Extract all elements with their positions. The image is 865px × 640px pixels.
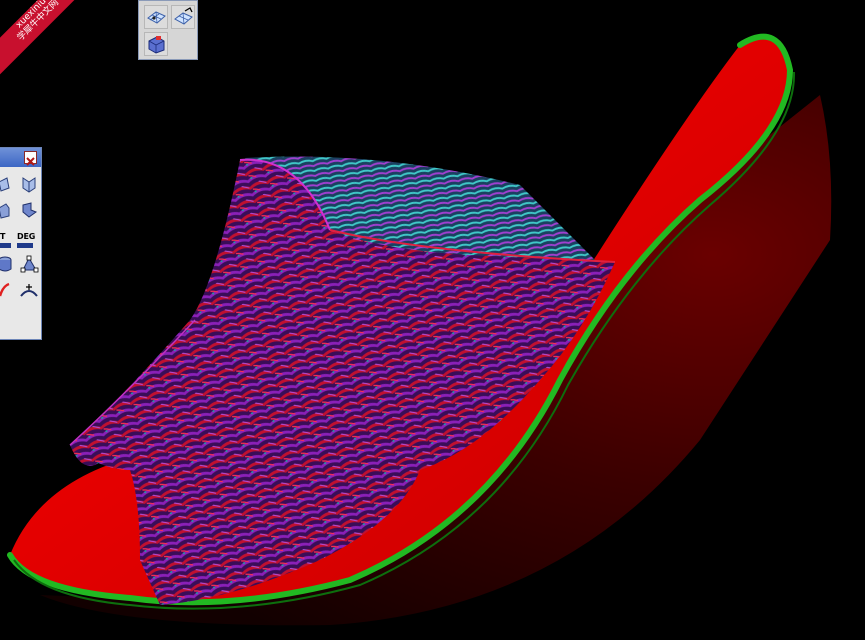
floating-toolbar-surface: T DEG: [0, 147, 42, 340]
triangle-points-icon: [20, 255, 39, 273]
surface-fold-icon: [0, 177, 10, 192]
surface-twist-button[interactable]: [19, 200, 39, 220]
red-curve-icon: [0, 282, 10, 297]
cylinder-button[interactable]: [0, 254, 17, 274]
deg-swatch: [17, 243, 33, 248]
surface-twist-icon: [22, 202, 38, 218]
t-label: T: [0, 232, 6, 241]
rhino-viewport[interactable]: [0, 0, 865, 640]
mesh-shade-button[interactable]: [144, 32, 168, 56]
surface-bend-button[interactable]: [19, 174, 39, 194]
close-icon: [26, 157, 35, 166]
close-button[interactable]: [24, 151, 37, 166]
panel-title-bar[interactable]: [0, 148, 41, 167]
triangle-points-button[interactable]: [19, 254, 39, 274]
arc-point-button[interactable]: [19, 280, 39, 300]
red-curve-button[interactable]: [0, 280, 17, 300]
deg-label: DEG: [17, 232, 36, 241]
mesh-edit-icon: [174, 7, 193, 25]
box-shade-icon: [0, 203, 10, 219]
surface-bend-icon: [22, 177, 36, 193]
mesh-edit-button[interactable]: [171, 5, 195, 29]
arc-point-icon: [20, 284, 38, 297]
t-swatch: [0, 243, 11, 248]
mesh-grid-icon: [147, 11, 166, 24]
box-shade-button[interactable]: [0, 200, 17, 220]
mesh-grid-button[interactable]: [144, 5, 168, 29]
cylinder-icon: [0, 256, 12, 272]
surface-fold-button[interactable]: [0, 174, 17, 194]
floating-toolbar-mesh: [138, 0, 198, 60]
mesh-shade-icon: [148, 36, 165, 54]
